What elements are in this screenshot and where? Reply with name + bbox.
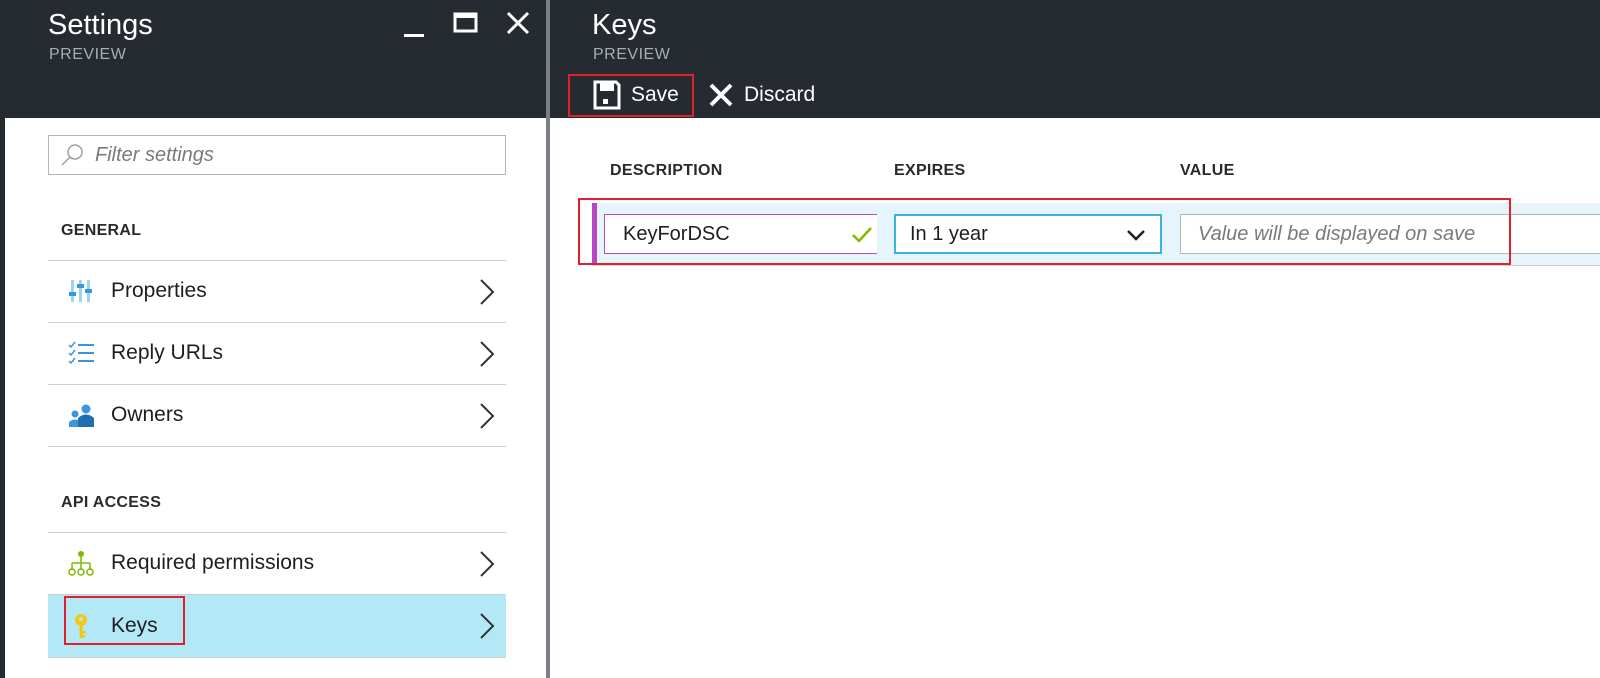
save-label: Save [631,83,679,106]
minimize-icon [404,34,424,37]
search-icon [61,144,83,166]
description-input[interactable] [621,221,855,247]
save-icon [593,80,621,110]
nav-item-keys[interactable]: Keys [48,594,506,657]
nav-item-reply-urls[interactable]: Reply URLs [48,322,506,383]
close-button[interactable] [502,8,534,40]
chevron-right-icon [480,403,495,429]
row-divider [592,265,1600,266]
maximize-button[interactable] [450,8,482,40]
minimize-button[interactable] [398,8,430,40]
filter-settings-input[interactable] [93,142,497,168]
column-header-expires: EXPIRES [894,162,966,179]
chevron-right-icon [480,613,495,639]
chevron-right-icon [480,279,495,305]
description-field[interactable] [604,214,877,254]
value-placeholder: Value will be displayed on save [1198,222,1476,245]
chevron-right-icon [480,551,495,577]
filter-settings-field[interactable] [48,135,506,175]
settings-title: Settings [48,9,153,41]
nav-item-properties[interactable]: Properties [48,260,506,321]
chevron-right-icon [480,341,495,367]
reply-urls-icon [66,338,96,368]
close-icon [506,11,530,35]
maximize-icon [453,12,478,33]
key-icon [66,611,96,641]
list-divider [48,657,506,658]
nav-item-label: Reply URLs [111,341,224,364]
owners-icon [66,400,96,430]
discard-icon [709,83,733,107]
row-accent-bar [592,203,597,265]
section-general-label: GENERAL [61,222,142,239]
properties-icon [66,276,96,306]
discard-label: Discard [744,83,816,106]
checkmark-icon [852,227,872,243]
settings-subtitle: PREVIEW [49,46,127,63]
keys-subtitle: PREVIEW [593,46,671,63]
nav-item-required-permissions[interactable]: Required permissions [48,532,506,593]
column-header-value: VALUE [1180,162,1235,179]
expires-dropdown[interactable]: In 1 year [894,214,1162,254]
nav-item-label: Keys [111,614,158,637]
value-field: Value will be displayed on save [1180,214,1600,254]
blade-divider [546,0,550,678]
nav-item-label: Properties [111,279,207,302]
nav-item-owners[interactable]: Owners [48,384,506,445]
expires-selected-value: In 1 year [910,222,988,245]
section-api-access-label: API ACCESS [61,494,162,511]
nav-item-label: Required permissions [111,551,315,574]
save-button[interactable]: Save [593,74,679,116]
discard-button[interactable]: Discard [708,74,815,116]
keys-title: Keys [592,9,657,41]
nav-item-label: Owners [111,403,184,426]
left-edge-strip [0,0,5,678]
column-header-description: DESCRIPTION [610,162,723,179]
list-divider [48,446,506,447]
permissions-icon [66,548,96,578]
chevron-down-icon [1127,230,1145,241]
